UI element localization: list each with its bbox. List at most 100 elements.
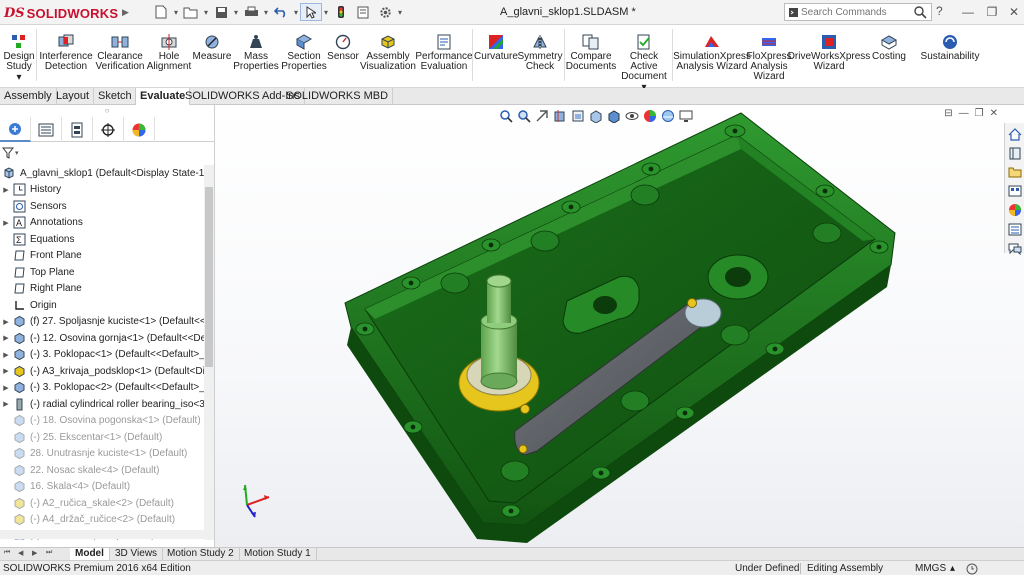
tree-item[interactable]: Top Plane bbox=[0, 264, 204, 281]
edit-appearance-icon[interactable] bbox=[641, 108, 658, 124]
configurationmanager-tab-icon[interactable] bbox=[62, 117, 93, 142]
new-document-icon[interactable] bbox=[150, 3, 172, 21]
prev-tab-arrow-icon[interactable]: ◀ bbox=[18, 549, 23, 557]
viewport-close-icon[interactable]: ✕ bbox=[990, 108, 998, 119]
mass-properties-button[interactable]: Mass Properties bbox=[233, 33, 279, 85]
tree-item[interactable]: Σ Equations bbox=[0, 231, 204, 248]
open-document-icon[interactable] bbox=[180, 3, 202, 21]
restore-button[interactable]: ❐ bbox=[982, 3, 1002, 21]
expand-arrow-icon[interactable]: ▶ bbox=[0, 334, 12, 342]
displaymanager-tab-icon[interactable] bbox=[124, 117, 155, 142]
custom-properties-icon[interactable] bbox=[1006, 221, 1024, 237]
tree-horizontal-scrollbar[interactable] bbox=[0, 530, 204, 539]
expand-arrow-icon[interactable]: ▶ bbox=[0, 351, 12, 359]
measure-button[interactable]: Measure bbox=[193, 33, 231, 85]
sustainability-button[interactable]: Sustainability bbox=[920, 33, 980, 85]
search-input[interactable] bbox=[801, 6, 901, 18]
file-explorer-icon[interactable] bbox=[1006, 164, 1024, 180]
undo-dropdown-icon[interactable]: ▾ bbox=[292, 3, 300, 21]
rebuild-icon[interactable] bbox=[330, 3, 352, 21]
costing-button[interactable]: Costing bbox=[870, 33, 908, 85]
featuremanager-tab-icon[interactable] bbox=[0, 117, 31, 142]
close-button[interactable]: ✕ bbox=[1004, 3, 1024, 21]
design-study-dropdown-icon[interactable]: ▾ bbox=[16, 73, 21, 83]
viewport-minimize-icon[interactable]: — bbox=[959, 108, 969, 119]
zoom-to-fit-icon[interactable] bbox=[497, 108, 514, 124]
panel-grip-icon[interactable]: ○ bbox=[0, 105, 214, 116]
help-button[interactable]: ? bbox=[936, 4, 943, 18]
logo-menu-arrow-icon[interactable]: ▶ bbox=[121, 4, 130, 20]
graphics-area[interactable]: ⊟ — ❐ ✕ bbox=[215, 105, 1024, 547]
tree-item[interactable]: 22. Nosac skale<4> (Default) bbox=[0, 462, 204, 479]
tree-item[interactable]: ▶ (-) 3. Poklopac<2> (Default<<Default>_D… bbox=[0, 380, 204, 397]
dimxpertmanager-tab-icon[interactable] bbox=[93, 117, 124, 142]
view-orientation-icon[interactable] bbox=[587, 108, 604, 124]
tree-vertical-scrollbar[interactable] bbox=[204, 165, 214, 540]
tree-item[interactable]: Origin bbox=[0, 297, 204, 314]
select-dropdown-icon[interactable]: ▾ bbox=[322, 3, 330, 21]
tree-item[interactable]: ▶ (-) radial cylindrical roller bearing_i… bbox=[0, 396, 204, 413]
tree-item[interactable]: (-) A2_ručica_skale<2> (Default) bbox=[0, 495, 204, 512]
previous-view-icon[interactable] bbox=[533, 108, 550, 124]
next-tab-arrow-icon[interactable]: ▶ bbox=[32, 549, 37, 557]
symmetry-check-button[interactable]: Symmetry Check bbox=[518, 33, 563, 85]
zoom-to-area-icon[interactable] bbox=[515, 108, 532, 124]
design-study-button[interactable]: Design Study ▾ bbox=[3, 33, 35, 85]
expand-arrow-icon[interactable]: ▶ bbox=[0, 400, 12, 408]
options-dropdown-icon[interactable]: ▾ bbox=[396, 3, 404, 21]
driveworksxpress-button[interactable]: DriveWorksXpress Wizard bbox=[788, 33, 870, 85]
apply-scene-icon[interactable] bbox=[659, 108, 676, 124]
tab-layout[interactable]: Layout bbox=[52, 88, 95, 105]
simulationxpress-button[interactable]: SimulationXpress Analysis Wizard bbox=[673, 33, 751, 85]
clearance-verification-button[interactable]: Clearance Verification bbox=[96, 33, 144, 85]
tree-item[interactable]: (-) A4_držač_ručice<2> (Default) bbox=[0, 512, 204, 529]
hide-show-items-icon[interactable] bbox=[623, 108, 640, 124]
display-style-icon[interactable] bbox=[605, 108, 622, 124]
viewport-maximize-icon[interactable]: ❐ bbox=[975, 108, 984, 119]
tab-solidworks-mbd[interactable]: SOLIDWORKS MBD bbox=[282, 88, 394, 105]
save-icon[interactable] bbox=[210, 3, 232, 21]
interference-detection-button[interactable]: Interference Detection bbox=[39, 33, 93, 85]
compare-documents-button[interactable]: Compare Documents bbox=[566, 33, 616, 85]
assembly-visualization-button[interactable]: Assembly Visualization bbox=[360, 33, 416, 85]
tree-root[interactable]: A_glavni_sklop1 (Default<Display State-1… bbox=[0, 165, 204, 182]
undo-icon[interactable] bbox=[270, 3, 292, 21]
open-dropdown-icon[interactable]: ▾ bbox=[202, 3, 210, 21]
tree-item[interactable]: Front Plane bbox=[0, 248, 204, 265]
first-tab-arrow-icon[interactable]: ⏮ bbox=[4, 549, 10, 557]
tree-filter[interactable]: ▾ bbox=[2, 144, 19, 162]
view-settings-icon[interactable] bbox=[677, 108, 694, 124]
tab-assembly[interactable]: Assembly bbox=[0, 88, 57, 105]
search-commands-box[interactable] bbox=[784, 3, 932, 21]
performance-evaluation-button[interactable]: Performance Evaluation bbox=[415, 33, 473, 85]
tree-item[interactable]: (-) 18. Osovina pogonska<1> (Default) bbox=[0, 413, 204, 430]
tree-scroll-thumb[interactable] bbox=[205, 187, 213, 367]
options-gear-icon[interactable] bbox=[374, 3, 396, 21]
new-dropdown-icon[interactable]: ▾ bbox=[172, 3, 180, 21]
floxpress-button[interactable]: FloXpress Analysis Wizard bbox=[747, 33, 792, 85]
shaft-lower[interactable] bbox=[481, 321, 517, 381]
print-dropdown-icon[interactable]: ▾ bbox=[262, 3, 270, 21]
section-view-icon[interactable] bbox=[551, 108, 568, 124]
sensor-button[interactable]: Sensor bbox=[327, 33, 359, 85]
tree-item[interactable]: 28. Unutrasnje kuciste<1> (Default) bbox=[0, 446, 204, 463]
file-properties-icon[interactable] bbox=[352, 3, 374, 21]
tree-item[interactable]: 16. Skala<4> (Default) bbox=[0, 479, 204, 496]
assembly-model[interactable] bbox=[215, 105, 1024, 547]
tree-item[interactable]: ▶ (f) 27. Spoljasnje kuciste<1> (Default<… bbox=[0, 314, 204, 331]
tree-item[interactable]: ▶ (-) A3_krivaja_podsklop<1> (Default<Dis… bbox=[0, 363, 204, 380]
tree-item[interactable]: ▶ History bbox=[0, 182, 204, 199]
expand-arrow-icon[interactable]: ▶ bbox=[0, 219, 12, 227]
tree-item[interactable]: (-) 25. Ekscentar<1> (Default) bbox=[0, 429, 204, 446]
status-units[interactable]: MMGS bbox=[915, 563, 946, 574]
curvature-button[interactable]: Curvature bbox=[474, 33, 518, 85]
forum-icon[interactable] bbox=[1006, 240, 1024, 256]
appearances-scenes-icon[interactable] bbox=[1006, 202, 1024, 218]
filter-dropdown-icon[interactable]: ▾ bbox=[15, 149, 19, 157]
search-magnifier-icon[interactable] bbox=[913, 5, 927, 22]
solidworks-logo[interactable]: DS SOLIDWORKS bbox=[4, 5, 118, 21]
save-dropdown-icon[interactable]: ▾ bbox=[232, 3, 240, 21]
minimize-button[interactable]: — bbox=[958, 3, 978, 21]
tree-item[interactable]: ▶ (-) 3. Poklopac<1> (Default<<Default>_D… bbox=[0, 347, 204, 364]
print-icon[interactable] bbox=[240, 3, 262, 21]
